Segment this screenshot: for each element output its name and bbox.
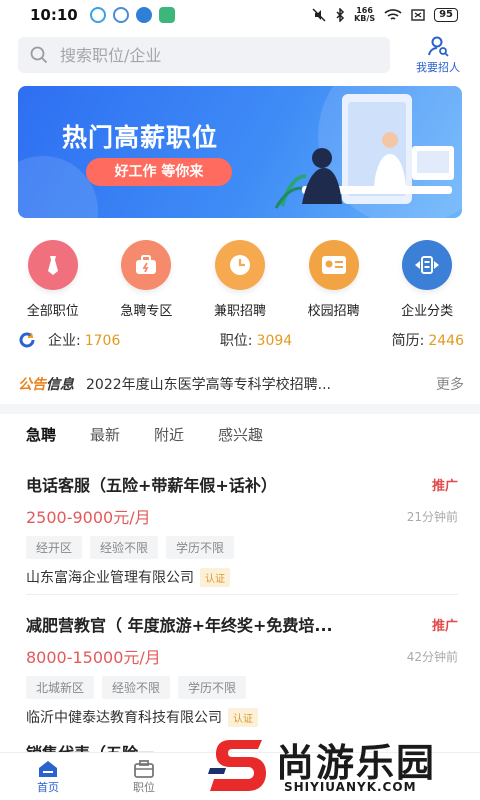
job-title: 减肥营教官（ 年度旅游+年终奖+免费培... xyxy=(26,616,333,635)
stat-companies: 企业: 1706 xyxy=(48,330,120,350)
recruit-label: 我要招人 xyxy=(416,61,460,74)
banner-slogan: 好工作 等你来 xyxy=(86,158,232,186)
category-part-time[interactable]: 兼职招聘 xyxy=(195,240,285,319)
network-speed: 166 KB/S xyxy=(354,7,375,23)
watermark-url: SHIYIUANYK.COM xyxy=(284,780,417,794)
stats-bar: 企业: 1706 职位: 3094 简历: 2446 xyxy=(18,330,464,350)
watermark-logo: 尚游乐园 SHIYIUANYK.COM xyxy=(208,730,472,798)
category-label: 校园招聘 xyxy=(307,304,360,319)
job-card[interactable]: 减肥营教官（ 年度旅游+年终奖+免费培... 推广 8000-15000元/月 … xyxy=(26,612,458,727)
tie-icon xyxy=(27,240,78,290)
app-notification-icon xyxy=(112,7,129,23)
header: 我要招人 xyxy=(18,34,466,76)
job-tag: 学历不限 xyxy=(178,676,247,699)
search-bar[interactable] xyxy=(18,37,390,73)
watermark-text: 尚游乐园 xyxy=(276,741,437,785)
category-companies[interactable]: 企业分类 xyxy=(382,240,472,319)
job-time: 21分钟前 xyxy=(406,509,458,524)
tab-interested[interactable]: 感兴趣 xyxy=(218,424,263,445)
category-urgent[interactable]: 急聘专区 xyxy=(101,240,191,319)
verified-badge: 认证 xyxy=(200,567,230,587)
speed-unit: KB/S xyxy=(354,14,376,23)
category-label: 急聘专区 xyxy=(120,304,173,319)
hire-icon xyxy=(402,240,453,290)
category-grid: 全部职位 急聘专区 兼职招聘 校园招聘 企业分类 xyxy=(0,240,480,319)
job-tabs: 急聘 最新 附近 感兴趣 xyxy=(26,424,263,445)
person-add-icon xyxy=(428,36,449,57)
stat-label: 职位: xyxy=(219,333,253,349)
notice-tag-b: 信息 xyxy=(46,377,74,393)
banner-decoration xyxy=(18,156,98,218)
briefcase-icon xyxy=(121,240,172,290)
banner-title: 热门高薪职位 xyxy=(62,123,219,152)
job-tag: 北城新区 xyxy=(26,676,95,699)
sim-icon xyxy=(411,9,425,21)
watermark-s-icon xyxy=(208,740,266,791)
notification-icons xyxy=(89,7,175,23)
job-title: 电话客服（五险+带薪年假+话补） xyxy=(26,476,277,495)
app-notification-icon xyxy=(158,7,175,23)
stat-value: 2446 xyxy=(428,333,464,349)
mute-icon xyxy=(312,8,326,22)
stat-resumes: 简历: 2446 xyxy=(392,330,464,350)
job-tag: 经验不限 xyxy=(90,536,159,559)
stat-label: 企业: xyxy=(48,333,81,349)
wifi-icon xyxy=(384,9,402,20)
nav-home[interactable]: 首页 xyxy=(0,753,96,800)
refresh-icon xyxy=(19,332,35,348)
briefcase-nav-icon xyxy=(134,759,154,778)
job-tags: 经开区 经验不限 学历不限 xyxy=(26,536,458,559)
search-input[interactable] xyxy=(60,45,360,65)
category-campus[interactable]: 校园招聘 xyxy=(289,240,379,319)
id-card-icon xyxy=(308,240,359,290)
stat-value: 1706 xyxy=(84,333,121,349)
home-icon xyxy=(39,760,57,777)
notice-tag: 公告信息 xyxy=(18,374,74,394)
notice-text[interactable]: 2022年度山东医学高等专科学校招聘... xyxy=(86,374,382,394)
battery-indicator: 95 xyxy=(434,8,458,22)
status-bar: 10:10 166 KB/S 95 xyxy=(0,0,480,30)
tab-nearby[interactable]: 附近 xyxy=(154,424,184,445)
recruit-button[interactable]: 我要招人 xyxy=(410,35,466,75)
verified-badge: 认证 xyxy=(228,707,258,727)
tab-latest[interactable]: 最新 xyxy=(90,424,120,445)
job-tag: 经开区 xyxy=(26,536,83,559)
notice-tag-a: 公告 xyxy=(18,377,46,393)
job-divider xyxy=(26,594,458,595)
category-label: 企业分类 xyxy=(401,304,454,319)
office-illustration xyxy=(274,94,454,209)
company-name: 临沂中健泰达教育科技有限公司 xyxy=(26,710,222,726)
clock-icon xyxy=(214,240,265,290)
app-notification-icon xyxy=(89,7,106,23)
notice-more-link[interactable]: 更多 xyxy=(436,374,464,394)
category-label: 兼职招聘 xyxy=(213,304,266,319)
job-tag: 学历不限 xyxy=(166,536,235,559)
job-time: 42分钟前 xyxy=(406,649,458,664)
stat-jobs: 职位: 3094 xyxy=(220,330,292,350)
stat-value: 3094 xyxy=(256,333,293,349)
promo-badge: 推广 xyxy=(431,618,458,634)
promo-badge: 推广 xyxy=(431,478,458,494)
nav-label: 职位 xyxy=(133,780,155,794)
nav-jobs[interactable]: 职位 xyxy=(96,753,192,800)
app-notification-icon xyxy=(135,7,152,23)
status-time: 10:10 xyxy=(30,6,78,24)
job-salary: 2500-9000元/月 xyxy=(26,508,151,527)
job-card[interactable]: 电话客服（五险+带薪年假+话补） 推广 2500-9000元/月 21分钟前 经… xyxy=(26,472,458,587)
tab-urgent[interactable]: 急聘 xyxy=(26,424,56,445)
category-label: 全部职位 xyxy=(26,304,79,319)
promo-banner[interactable]: 热门高薪职位 好工作 等你来 xyxy=(18,86,462,218)
company-name: 山东富海企业管理有限公司 xyxy=(26,570,194,586)
search-icon xyxy=(30,46,48,64)
bluetooth-icon xyxy=(336,8,345,22)
notice-bar: 公告信息 2022年度山东医学高等专科学校招聘... 更多 xyxy=(18,372,464,396)
job-tag: 经验不限 xyxy=(102,676,171,699)
nav-label: 首页 xyxy=(37,780,59,794)
job-tags: 北城新区 经验不限 学历不限 xyxy=(26,676,458,699)
category-all-jobs[interactable]: 全部职位 xyxy=(8,240,98,319)
stat-label: 简历: xyxy=(391,333,425,349)
section-divider xyxy=(0,404,480,414)
job-salary: 8000-15000元/月 xyxy=(26,648,161,667)
